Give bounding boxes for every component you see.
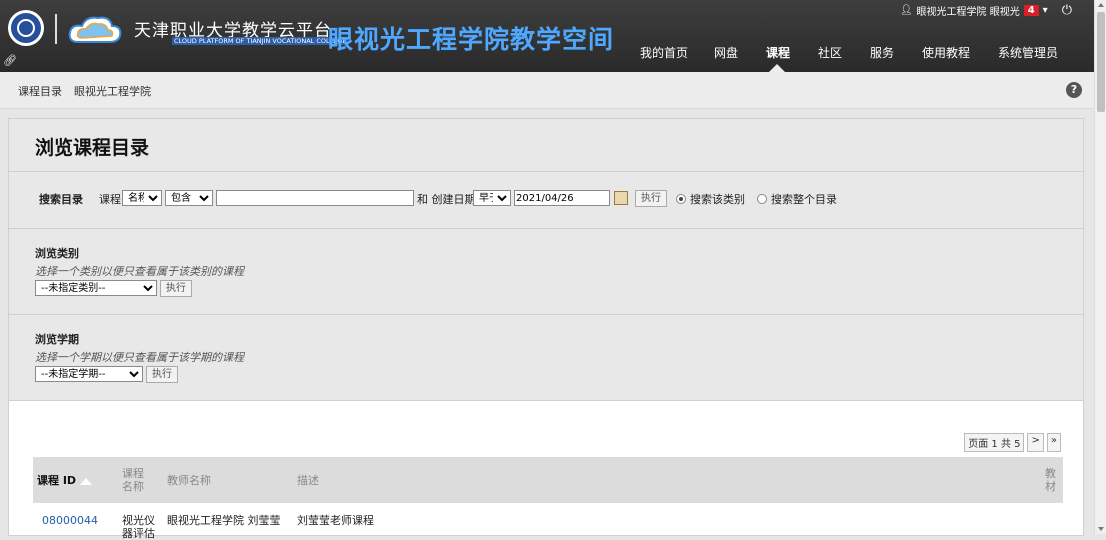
- user-menu[interactable]: 👤︎ 眼视光工程学院 眼视光 4 ▾ ⏻: [900, 0, 1072, 20]
- col-course-name[interactable]: 课程名称: [122, 467, 148, 493]
- category-select[interactable]: --未指定类别--: [35, 280, 157, 296]
- search-label: 搜索目录: [39, 193, 83, 206]
- nav-courses[interactable]: 课程: [766, 44, 790, 61]
- radio-search-all[interactable]: [757, 194, 767, 204]
- search-field-select[interactable]: 名称: [122, 190, 162, 206]
- nav-admin[interactable]: 系统管理员: [998, 44, 1058, 61]
- user-icon: 👤︎: [899, 4, 913, 16]
- col-course-id[interactable]: 课程 ID: [37, 474, 93, 487]
- page-title-bar: 浏览课程目录: [9, 119, 1083, 172]
- radio-search-category[interactable]: [676, 194, 686, 204]
- teacher-cell: 眼视光工程学院 刘莹莹: [167, 514, 281, 527]
- scroll-thumb[interactable]: [1097, 12, 1105, 112]
- radio-search-all-label: 搜索整个目录: [771, 193, 837, 206]
- col-textbook[interactable]: 教材: [1045, 467, 1059, 493]
- user-name: 眼视光工程学院 眼视光: [916, 6, 1020, 18]
- breadcrumb-college: 眼视光工程学院: [74, 85, 151, 98]
- main-content: 浏览课程目录 搜索目录 课程 名称 包含 和 创建日期 早于 执行 搜索该类别 …: [8, 118, 1084, 540]
- search-input[interactable]: [216, 190, 414, 206]
- scroll-up-icon[interactable]: [1098, 3, 1104, 7]
- page-scrollbar[interactable]: [1094, 0, 1106, 534]
- category-section: 浏览类别 选择一个类别以便只查看属于该类别的课程 --未指定类别-- 执行: [9, 229, 1083, 315]
- search-go-button[interactable]: 执行: [635, 190, 667, 207]
- nav-tutorial[interactable]: 使用教程: [922, 44, 970, 61]
- term-desc: 选择一个学期以便只查看属于该学期的课程: [35, 351, 244, 364]
- pager: 页面 1 共 5 > »: [964, 433, 1061, 452]
- description-cell: 刘莹莹老师课程: [297, 514, 374, 527]
- page-indicator: 页面 1 共 5: [964, 433, 1025, 452]
- power-icon[interactable]: ⏻: [1062, 3, 1072, 18]
- link-icon[interactable]: 🔗︎: [3, 54, 17, 67]
- search-section: 搜索目录 课程 名称 包含 和 创建日期 早于 执行 搜索该类别 搜索整个目录: [9, 172, 1083, 229]
- term-select[interactable]: --未指定学期--: [35, 366, 143, 382]
- category-desc: 选择一个类别以便只查看属于该类别的课程: [35, 265, 244, 278]
- breadcrumb-catalog[interactable]: 课程目录: [18, 83, 62, 99]
- nav-community[interactable]: 社区: [818, 44, 842, 61]
- logo-divider: [55, 14, 57, 44]
- cloud-logo-icon: [68, 16, 122, 43]
- term-title: 浏览学期: [35, 333, 79, 346]
- chevron-down-icon[interactable]: ▾: [1043, 5, 1048, 16]
- date-input[interactable]: [514, 190, 610, 206]
- nav-drive[interactable]: 网盘: [714, 44, 738, 61]
- course-name-cell: 视光仪器评估: [122, 514, 155, 540]
- col-teacher[interactable]: 教师名称: [167, 474, 211, 487]
- breadcrumb: 课程目录 眼视光工程学院 ?: [0, 72, 1094, 109]
- nav-services[interactable]: 服务: [870, 44, 894, 61]
- help-icon[interactable]: ?: [1066, 82, 1082, 98]
- col-description[interactable]: 描述: [297, 474, 319, 487]
- notification-badge[interactable]: 4: [1023, 4, 1039, 16]
- calendar-icon[interactable]: [614, 191, 628, 205]
- course-id-link[interactable]: 08000044: [42, 514, 98, 527]
- term-go-button[interactable]: 执行: [146, 366, 178, 383]
- nav-home[interactable]: 我的首页: [640, 44, 688, 61]
- last-page-button[interactable]: »: [1046, 433, 1061, 452]
- platform-en-title: CLOUD PLATFORM OF TIANJIN VOCATIONAL COL…: [172, 37, 349, 45]
- date-operator-select[interactable]: 早于: [473, 190, 511, 206]
- university-emblem-icon: [8, 10, 44, 46]
- top-header: 天津职业大学教学云平台 CLOUD PLATFORM OF TIANJIN VO…: [0, 0, 1094, 72]
- term-section: 浏览学期 选择一个学期以便只查看属于该学期的课程 --未指定学期-- 执行: [9, 315, 1083, 401]
- sort-up-icon: [80, 477, 93, 485]
- scroll-down-icon[interactable]: [1098, 527, 1104, 531]
- course-field-label: 课程: [99, 193, 121, 206]
- active-nav-caret: [769, 64, 785, 72]
- search-operator-select[interactable]: 包含: [165, 190, 213, 206]
- space-title: 眼视光工程学院教学空间: [328, 25, 615, 54]
- table-header: 课程 ID 课程名称 教师名称 描述 教材: [33, 457, 1063, 503]
- next-page-button[interactable]: >: [1027, 433, 1044, 452]
- category-go-button[interactable]: 执行: [160, 280, 192, 297]
- page-title: 浏览课程目录: [35, 137, 150, 159]
- category-title: 浏览类别: [35, 247, 79, 260]
- created-date-label: 和 创建日期: [417, 193, 476, 206]
- radio-search-category-label: 搜索该类别: [690, 193, 745, 206]
